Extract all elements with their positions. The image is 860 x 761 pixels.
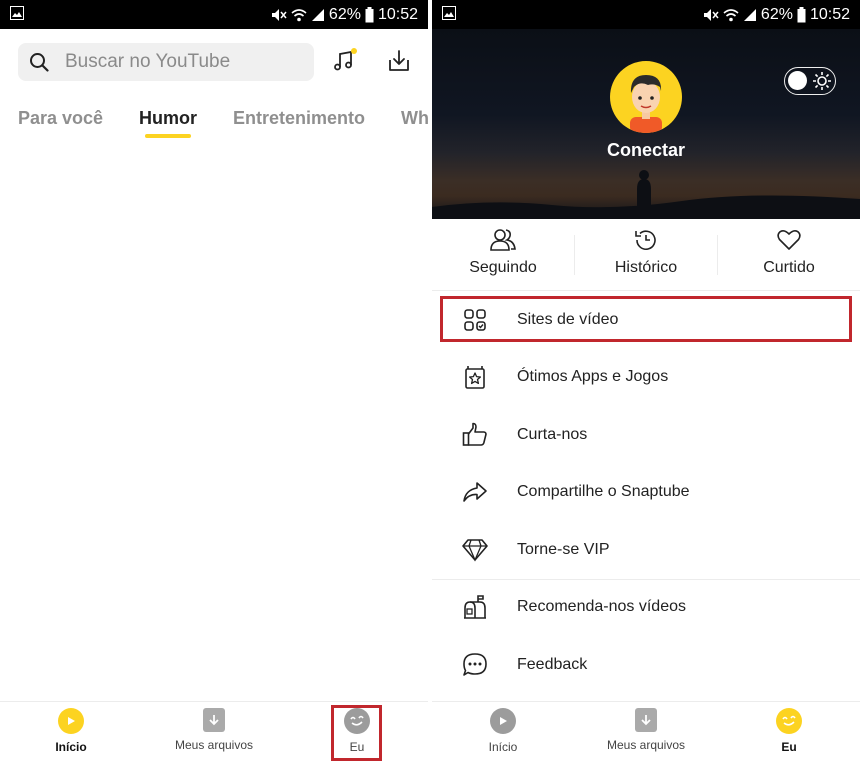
status-bar: 62% 10:52 <box>432 0 860 29</box>
profile-header: Conectar <box>432 29 860 219</box>
battery-percent: 62% <box>328 5 361 23</box>
battery-icon <box>365 6 374 22</box>
music-button[interactable] <box>329 46 359 76</box>
home-screen: 62% 10:52 Para você Humor Entretenimento… <box>0 0 428 761</box>
menu-label: Compartilhe o Snaptube <box>517 483 690 501</box>
bottom-navigation: Início Meus arquivos Eu <box>0 701 428 761</box>
signal-icon <box>743 8 756 21</box>
tab-partial[interactable]: Wh <box>401 108 428 129</box>
search-input[interactable] <box>65 51 295 73</box>
mute-icon <box>703 8 719 21</box>
menu-label: Ótimos Apps e Jogos <box>517 368 669 386</box>
notification-dot <box>351 48 357 54</box>
nav-label: Eu <box>781 740 797 754</box>
menu-item-curta-nos[interactable]: Curta-nos <box>432 406 860 464</box>
tab-humor[interactable]: Humor <box>139 108 197 129</box>
quick-label: Curtido <box>763 259 815 276</box>
highlight-frame <box>331 705 382 761</box>
quick-label: Seguindo <box>469 259 537 276</box>
gallery-icon <box>442 6 456 20</box>
avatar[interactable] <box>610 61 682 133</box>
download-icon <box>203 708 225 732</box>
highlight-frame <box>440 296 852 342</box>
nav-inicio[interactable]: Início <box>443 708 563 754</box>
nav-label: Meus arquivos <box>174 738 254 752</box>
history-button[interactable]: Histórico <box>575 227 717 277</box>
smile-icon <box>776 708 802 734</box>
menu-label: Recomenda-nos vídeos <box>517 598 686 616</box>
sun-icon <box>813 72 831 90</box>
bottom-navigation: Início Meus arquivos Eu <box>432 701 860 761</box>
nav-label: Início <box>488 740 518 754</box>
wifi-icon <box>291 8 307 21</box>
quick-label: Histórico <box>614 259 678 276</box>
tab-para-voce[interactable]: Para você <box>18 108 103 129</box>
toggle-knob <box>788 71 807 90</box>
mailbox-icon <box>461 593 489 621</box>
battery-percent: 62% <box>760 5 793 23</box>
nav-eu[interactable]: Eu <box>729 708 849 754</box>
battery-icon <box>797 6 806 22</box>
status-bar: 62% 10:52 <box>0 0 428 29</box>
play-icon <box>490 708 516 734</box>
menu-label: Curta-nos <box>517 425 588 443</box>
user-face-icon <box>630 75 662 133</box>
following-button[interactable]: Seguindo <box>432 227 574 277</box>
theme-toggle[interactable] <box>784 67 836 95</box>
search-bar[interactable] <box>18 43 314 81</box>
history-icon <box>635 230 656 250</box>
heart-icon <box>777 229 801 250</box>
download-tray-icon <box>389 50 409 71</box>
search-icon <box>30 53 49 72</box>
menu-label: Torne-se VIP <box>517 540 610 558</box>
wifi-icon <box>723 8 739 21</box>
download-icon <box>635 708 657 732</box>
menu-item-vip[interactable]: Torne-se VIP <box>432 521 860 579</box>
clock: 10:52 <box>809 5 850 23</box>
nav-label: Início <box>55 740 87 754</box>
nav-meus-arquivos[interactable]: Meus arquivos <box>586 708 706 752</box>
nav-label: Meus arquivos <box>606 738 686 752</box>
active-tab-indicator <box>145 134 191 138</box>
chat-icon <box>461 651 489 679</box>
diamond-icon <box>461 536 489 564</box>
clock: 10:52 <box>377 5 418 23</box>
tab-entretenimento[interactable]: Entretenimento <box>233 108 365 129</box>
nav-meus-arquivos[interactable]: Meus arquivos <box>154 708 274 752</box>
profile-screen: 62% 10:52 Conectar Seguindo Histórico Cu… <box>432 0 860 761</box>
nav-inicio[interactable]: Início <box>11 708 131 754</box>
menu-item-compartilhe[interactable]: Compartilhe o Snaptube <box>432 464 860 522</box>
thumbs-up-icon <box>461 421 489 449</box>
quick-actions: Seguindo Histórico Curtido <box>432 219 860 291</box>
mute-icon <box>271 8 287 21</box>
gallery-icon <box>10 6 24 20</box>
menu-item-otimos-apps[interactable]: Ótimos Apps e Jogos <box>432 349 860 407</box>
share-icon <box>461 478 489 506</box>
downloads-button[interactable] <box>384 46 414 76</box>
menu-label: Feedback <box>517 655 588 673</box>
settings-menu: Sites de vídeo Ótimos Apps e Jogos Curta… <box>432 291 860 694</box>
star-box-icon <box>461 363 489 391</box>
liked-button[interactable]: Curtido <box>718 227 860 277</box>
menu-item-recomenda[interactable]: Recomenda-nos vídeos <box>432 579 860 637</box>
following-icon <box>490 229 516 251</box>
signal-icon <box>311 8 324 21</box>
menu-item-feedback[interactable]: Feedback <box>432 636 860 694</box>
play-icon <box>58 708 84 734</box>
connect-button[interactable]: Conectar <box>432 140 860 161</box>
